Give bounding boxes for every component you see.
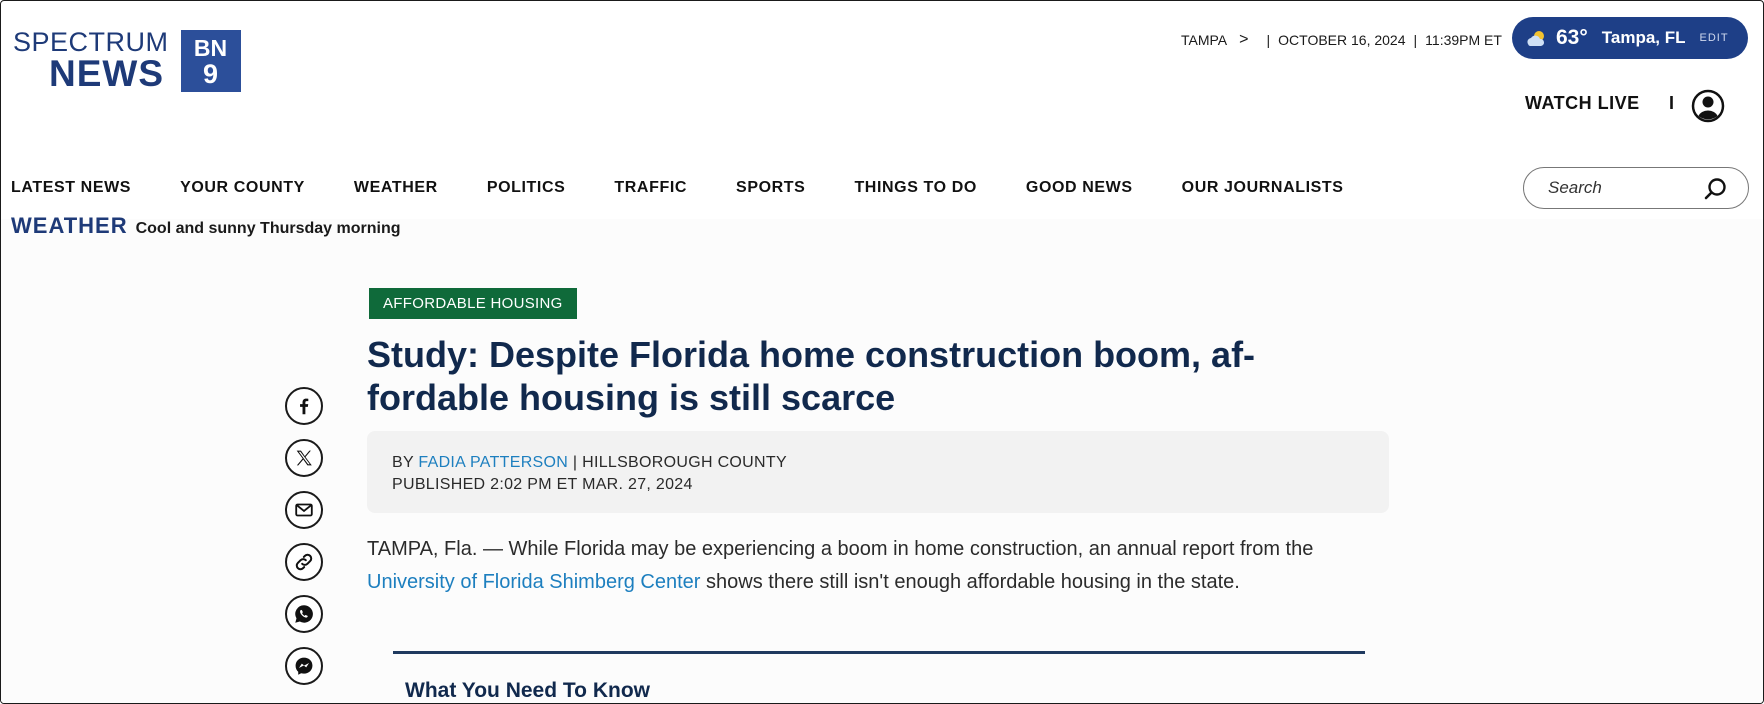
byline-box: BY FADIA PATTERSON | HILLSBOROUGH COUNTY… bbox=[367, 431, 1389, 513]
chevron-right-icon[interactable]: > bbox=[1239, 31, 1248, 49]
byline-county[interactable]: HILLSBOROUGH COUNTY bbox=[582, 454, 787, 471]
nav-good-news[interactable]: GOOD NEWS bbox=[1026, 179, 1133, 197]
ticker-label: WEATHER bbox=[11, 213, 128, 238]
author-link[interactable]: FADIA PATTERSON bbox=[418, 454, 568, 471]
nav-weather[interactable]: WEATHER bbox=[354, 179, 438, 197]
lede-text-2: shows there still isn't enough affordabl… bbox=[700, 571, 1240, 593]
logo-badge-bn: BN bbox=[193, 35, 228, 61]
ticker-message[interactable]: Cool and sunny Thursday morning bbox=[136, 220, 401, 238]
x-icon bbox=[296, 450, 312, 466]
email-icon bbox=[295, 503, 313, 517]
nav-traffic[interactable]: TRAFFIC bbox=[614, 179, 687, 197]
nav-our-journalists[interactable]: OUR JOURNALISTS bbox=[1182, 179, 1344, 197]
article-headline: Study: Despite Florida home construction… bbox=[367, 333, 1327, 419]
weather-edit-button[interactable]: EDIT bbox=[1700, 32, 1729, 44]
location-date-bar: TAMPA > | OCTOBER 16, 2024 | 11:39PM ET bbox=[1181, 31, 1502, 49]
link-icon bbox=[295, 553, 313, 571]
whatsapp-icon bbox=[295, 605, 313, 623]
lede-text-1: TAMPA, Fla. — While Florida may be exper… bbox=[367, 538, 1314, 560]
published-date: PUBLISHED 2:02 PM ET MAR. 27, 2024 bbox=[392, 476, 693, 493]
nav-latest-news[interactable]: LATEST NEWS bbox=[11, 179, 131, 197]
nav-things-to-do[interactable]: THINGS TO DO bbox=[854, 179, 976, 197]
nav-sports[interactable]: SPORTS bbox=[736, 179, 805, 197]
spectrum-news-logo[interactable]: SPECTRUM NEWS BN 9 bbox=[13, 27, 241, 92]
search-input[interactable] bbox=[1548, 178, 1698, 198]
logo-badge-nine: 9 bbox=[203, 59, 219, 89]
whatsapp-share-button[interactable] bbox=[285, 595, 323, 633]
page-frame: SPECTRUM NEWS BN 9 TAMPA > | OCTOBER 16,… bbox=[0, 0, 1764, 704]
logo-news: NEWS bbox=[49, 53, 164, 94]
email-share-button[interactable] bbox=[285, 491, 323, 529]
facebook-share-button[interactable] bbox=[285, 387, 323, 425]
current-time: 11:39PM ET bbox=[1425, 32, 1502, 48]
section-divider bbox=[393, 651, 1365, 654]
messenger-icon bbox=[295, 657, 313, 675]
location-link[interactable]: TAMPA bbox=[1181, 32, 1227, 48]
search-box[interactable] bbox=[1523, 167, 1749, 209]
weather-widget[interactable]: 63° Tampa, FL EDIT bbox=[1512, 17, 1748, 59]
divider: | bbox=[1413, 32, 1418, 48]
nav-your-county[interactable]: YOUR COUNTY bbox=[180, 179, 305, 197]
weather-city: Tampa, FL bbox=[1601, 28, 1686, 47]
what-you-need-to-know-heading: What You Need To Know bbox=[405, 679, 650, 702]
divider: I bbox=[1669, 93, 1675, 113]
watch-live-link[interactable]: WATCH LIVE bbox=[1525, 93, 1640, 114]
shimberg-center-link[interactable]: University of Florida Shimberg Center bbox=[367, 571, 700, 593]
article-lede: TAMPA, Fla. — While Florida may be exper… bbox=[367, 533, 1387, 599]
weather-temp: 63° bbox=[1556, 26, 1588, 49]
byline-by: BY bbox=[392, 454, 414, 471]
x-share-button[interactable] bbox=[285, 439, 323, 477]
byline-divider: | bbox=[572, 454, 578, 471]
weather-ticker[interactable]: WEATHER Cool and sunny Thursday morning bbox=[11, 213, 401, 239]
category-tag[interactable]: AFFORDABLE HOUSING bbox=[369, 288, 577, 319]
current-date: OCTOBER 16, 2024 bbox=[1278, 32, 1406, 48]
logo-badge: BN 9 bbox=[180, 30, 241, 92]
nav-politics[interactable]: POLITICS bbox=[487, 179, 566, 197]
main-nav: LATEST NEWS YOUR COUNTY WEATHER POLITICS… bbox=[11, 179, 1393, 197]
messenger-share-button[interactable] bbox=[285, 647, 323, 685]
headline-line-2: fordable housing is still scarce bbox=[367, 377, 896, 418]
logo-wordmark: SPECTRUM NEWS bbox=[13, 27, 169, 94]
share-column bbox=[285, 387, 323, 685]
copy-link-button[interactable] bbox=[285, 543, 323, 581]
byline: BY FADIA PATTERSON | HILLSBOROUGH COUNTY bbox=[392, 452, 1364, 474]
divider: | bbox=[1266, 32, 1271, 48]
user-account-icon[interactable] bbox=[1691, 89, 1725, 123]
headline-line-1: Study: Despite Florida home construction… bbox=[367, 334, 1256, 375]
facebook-icon bbox=[300, 398, 309, 415]
partly-cloudy-icon bbox=[1524, 29, 1550, 47]
search-icon[interactable] bbox=[1704, 177, 1728, 201]
